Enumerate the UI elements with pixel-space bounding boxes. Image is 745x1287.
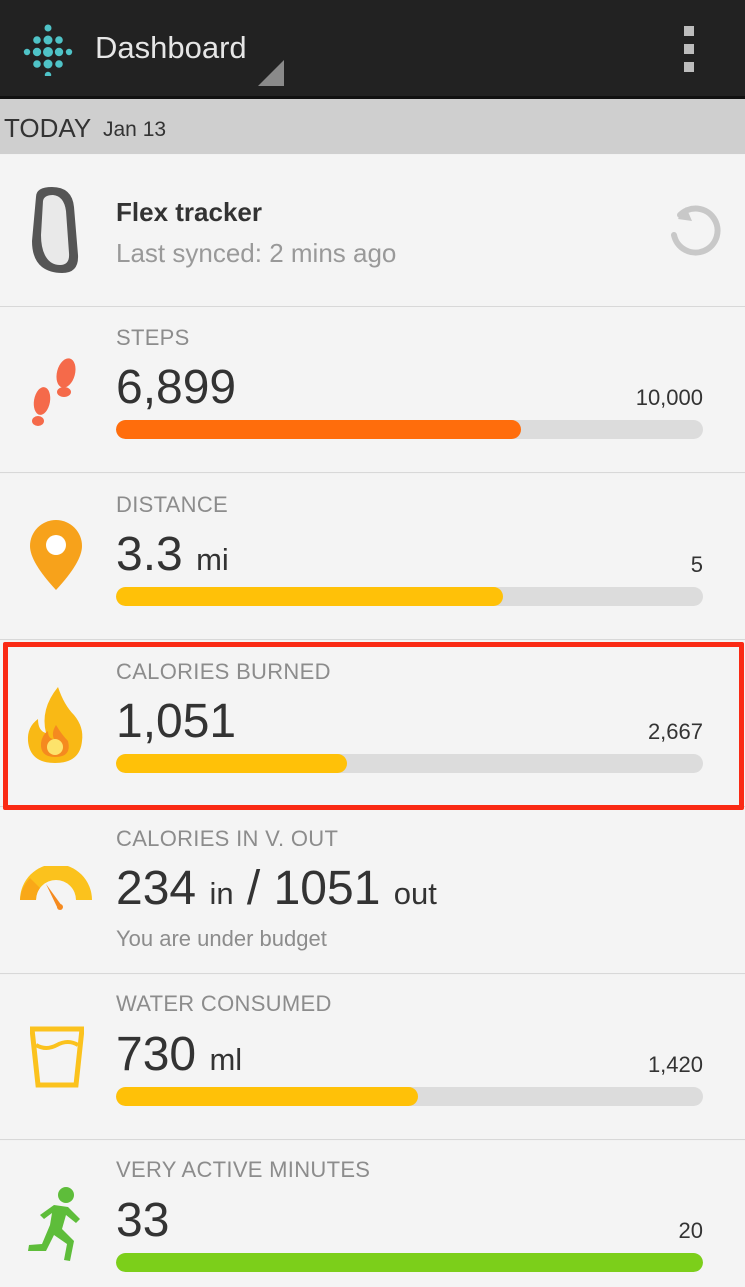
active-minutes-value: 33 bbox=[116, 1194, 170, 1247]
tracker-name: Flex tracker bbox=[116, 197, 262, 227]
calories-progress-fill bbox=[116, 754, 348, 773]
water-progress-bar bbox=[116, 1087, 703, 1106]
distance-goal: 5 bbox=[690, 552, 703, 577]
active-minutes-progress-fill bbox=[116, 1253, 703, 1272]
active-minutes-progress-bar bbox=[116, 1253, 703, 1272]
distance-value-wrap: 3.3 mi bbox=[116, 527, 229, 582]
overflow-menu-icon[interactable] bbox=[680, 26, 700, 72]
tracker-row[interactable]: Flex tracker Last synced: 2 mins ago bbox=[0, 155, 745, 307]
today-label: TODAY bbox=[4, 113, 92, 143]
calories-burned-tile[interactable]: CALORIES BURNED 1,051 2,667 bbox=[0, 641, 745, 807]
water-value-wrap: 730 ml bbox=[116, 1027, 242, 1082]
distance-tile[interactable]: DISTANCE 3.3 mi 5 bbox=[0, 474, 745, 640]
water-unit: ml bbox=[209, 1042, 243, 1077]
calories-progress-bar bbox=[116, 754, 703, 773]
calories-burned-goal: 2,667 bbox=[647, 719, 703, 744]
footsteps-icon bbox=[32, 358, 76, 426]
calories-in-out-tile[interactable]: CALORIES IN V. OUT 234 in / 1051 out You… bbox=[0, 808, 745, 974]
water-glass-icon bbox=[30, 1026, 84, 1088]
calories-burned-label: CALORIES BURNED bbox=[116, 659, 331, 684]
steps-progress-bar bbox=[116, 420, 703, 439]
calories-separator: / bbox=[246, 862, 261, 915]
calories-in-unit: in bbox=[209, 876, 234, 911]
steps-progress-fill bbox=[116, 420, 522, 439]
active-minutes-goal: 20 bbox=[678, 1218, 703, 1243]
fitbit-logo-icon[interactable] bbox=[18, 22, 78, 76]
flame-icon bbox=[27, 687, 83, 763]
flex-band-icon bbox=[32, 187, 79, 273]
calories-out-unit: out bbox=[393, 876, 437, 911]
calories-in-out-label: CALORIES IN V. OUT bbox=[116, 826, 339, 851]
sync-icon[interactable] bbox=[664, 201, 726, 263]
budget-status: You are under budget bbox=[116, 926, 327, 951]
active-minutes-tile[interactable]: VERY ACTIVE MINUTES 33 20 bbox=[0, 1141, 745, 1287]
running-person-icon bbox=[28, 1187, 80, 1261]
calories-out-value: 1051 bbox=[273, 862, 381, 915]
distance-progress-bar bbox=[116, 587, 703, 606]
active-minutes-label: VERY ACTIVE MINUTES bbox=[116, 1157, 371, 1182]
distance-value: 3.3 bbox=[116, 528, 183, 581]
steps-label: STEPS bbox=[116, 325, 190, 350]
date-label: Jan 13 bbox=[103, 118, 167, 141]
calories-in-value: 234 bbox=[116, 862, 197, 915]
calories-in-out-value: 234 in / 1051 out bbox=[116, 861, 437, 916]
water-progress-fill bbox=[116, 1087, 418, 1106]
action-bar: Dashboard bbox=[0, 0, 745, 99]
distance-progress-fill bbox=[116, 587, 504, 606]
water-goal: 1,420 bbox=[647, 1052, 703, 1077]
location-pin-icon bbox=[30, 520, 82, 590]
water-value: 730 bbox=[116, 1028, 197, 1081]
budget-gauge-icon bbox=[20, 866, 92, 910]
app-title[interactable]: Dashboard bbox=[95, 30, 247, 66]
steps-value: 6,899 bbox=[116, 361, 237, 414]
steps-tile[interactable]: STEPS 6,899 10,000 bbox=[0, 307, 745, 473]
steps-goal: 10,000 bbox=[635, 385, 703, 410]
distance-unit: mi bbox=[196, 542, 229, 577]
sync-status: Last synced: 2 mins ago bbox=[116, 238, 397, 268]
calories-burned-value: 1,051 bbox=[116, 695, 237, 748]
water-tile[interactable]: WATER CONSUMED 730 ml 1,420 bbox=[0, 975, 745, 1140]
distance-label: DISTANCE bbox=[116, 492, 229, 517]
dropdown-indicator-icon[interactable] bbox=[258, 60, 284, 86]
water-label: WATER CONSUMED bbox=[116, 991, 332, 1016]
date-header: TODAY Jan 13 bbox=[0, 99, 745, 154]
